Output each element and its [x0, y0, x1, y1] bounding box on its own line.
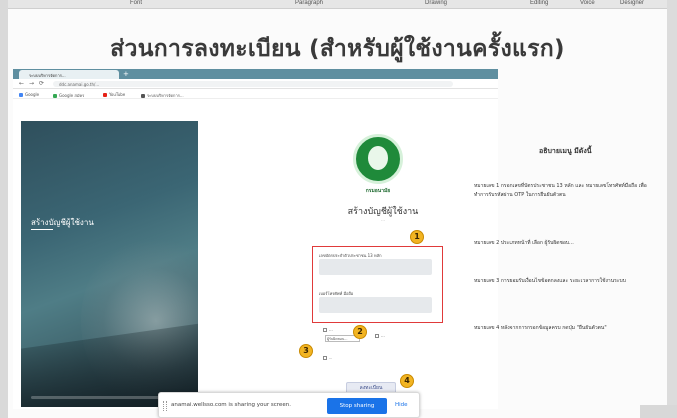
ribbon-item-editing[interactable]: Editing: [530, 0, 548, 6]
back-icon[interactable]: ←: [19, 80, 24, 87]
logo-caption: กรมอนามัย: [365, 188, 391, 194]
ribbon-item-paragraph[interactable]: Paragraph: [295, 0, 323, 6]
new-tab-icon[interactable]: +: [123, 70, 129, 78]
step-badge-4: 4: [400, 374, 414, 388]
bookmark-google-signup[interactable]: Google สมัคร: [53, 92, 84, 99]
hero-title: สร้างบัญชีผู้ใช้งาน: [31, 218, 94, 227]
browser-tab-bar: ระบบบริหารจัดการ... +: [13, 69, 498, 79]
checkbox-icon[interactable]: [323, 328, 327, 332]
role-option-1[interactable]: ...: [323, 327, 333, 332]
ribbon-strip: Font Paragraph Drawing Editing Voice Des…: [0, 0, 677, 9]
hero-underline: [31, 229, 53, 230]
form-subtitle: ...: [381, 217, 385, 222]
phone-label: เบอร์โทรศัพท์ มือถือ: [319, 291, 354, 296]
video-thumbnail: [640, 405, 677, 418]
note-step-1: หมายเลข 1 กรอกเลขที่บัตรประชาชน 13 หลัก …: [474, 183, 647, 198]
google-icon: [53, 94, 57, 98]
forward-icon[interactable]: →: [29, 80, 34, 87]
id-card-label: เลขบัตรประจำตัวประชาชน 13 หลัก: [319, 253, 382, 258]
ribbon-item-drawing[interactable]: Drawing: [425, 0, 447, 6]
browser-screenshot: ระบบบริหารจัดการ... + ← → ⟳ ddc.anamai.g…: [13, 69, 498, 409]
bookmark-system[interactable]: ระบบบริหารจัดการ...: [141, 92, 184, 99]
hero-image: สร้างบัญชีผู้ใช้งาน: [21, 121, 198, 407]
ribbon-item-designer[interactable]: Designer: [620, 0, 644, 6]
drag-handle-icon[interactable]: [163, 401, 167, 411]
google-icon: [19, 93, 23, 97]
role-option-2[interactable]: ...: [375, 333, 385, 338]
bookmark-youtube[interactable]: YouTube: [103, 92, 125, 97]
slide-title: ส่วนการลงทะเบียน (สำหรับผู้ใช้งานครั้งแร…: [110, 36, 565, 62]
note-step-4: หมายเลข 4 หลังจากการกรอกข้อมูลครบ กดปุ่ม…: [474, 325, 607, 331]
form-title: สร้างบัญชีผู้ใช้งาน: [347, 207, 419, 217]
shield-icon: [141, 94, 145, 98]
reload-icon[interactable]: ⟳: [39, 80, 44, 87]
screen-share-bar: anamai.wellsso.com is sharing your scree…: [158, 392, 420, 418]
step-badge-1: 1: [410, 230, 424, 244]
checkbox-icon[interactable]: [375, 334, 379, 338]
department-logo: [353, 134, 403, 184]
window-frame-left: [0, 0, 8, 418]
consent-checkbox[interactable]: ...: [323, 356, 423, 361]
note-step-3: หมายเลข 3 การยอมรับเงื่อนไขข้อตกลงและ ระ…: [474, 278, 626, 284]
ribbon-item-voice[interactable]: Voice: [580, 0, 595, 6]
bookmark-google[interactable]: Google: [19, 92, 39, 97]
stop-sharing-button[interactable]: Stop sharing: [327, 398, 387, 414]
step-badge-2: 2: [353, 325, 367, 339]
browser-address-bar: ← → ⟳ ddc.anamai.go.th/...: [13, 79, 498, 89]
slide-canvas: ส่วนการลงทะเบียน (สำหรับผู้ใช้งานครั้งแร…: [8, 9, 667, 418]
browser-tab[interactable]: ระบบบริหารจัดการ...: [19, 70, 119, 79]
explanation-title: อธิบายเมนู มีดังนี้: [539, 147, 592, 155]
id-card-input[interactable]: [319, 259, 432, 275]
youtube-icon: [103, 93, 107, 97]
ribbon-item-font[interactable]: Font: [130, 0, 142, 6]
phone-input[interactable]: [319, 297, 432, 313]
step-badge-3: 3: [299, 344, 313, 358]
url-field[interactable]: ddc.anamai.go.th/...: [53, 81, 453, 87]
checkbox-icon[interactable]: [323, 356, 327, 360]
hide-button[interactable]: Hide: [395, 402, 408, 408]
powerpoint-window: Font Paragraph Drawing Editing Voice Des…: [0, 0, 677, 418]
window-frame-right: [667, 0, 677, 418]
share-status-text: anamai.wellsso.com is sharing your scree…: [171, 402, 291, 408]
bookmarks-bar: Google Google สมัคร YouTube ระบบบริหารจั…: [13, 90, 498, 99]
note-step-2: หมายเลข 2 ประเภทหน้าที่ เลือก ผู้รับผิดช…: [474, 240, 574, 246]
